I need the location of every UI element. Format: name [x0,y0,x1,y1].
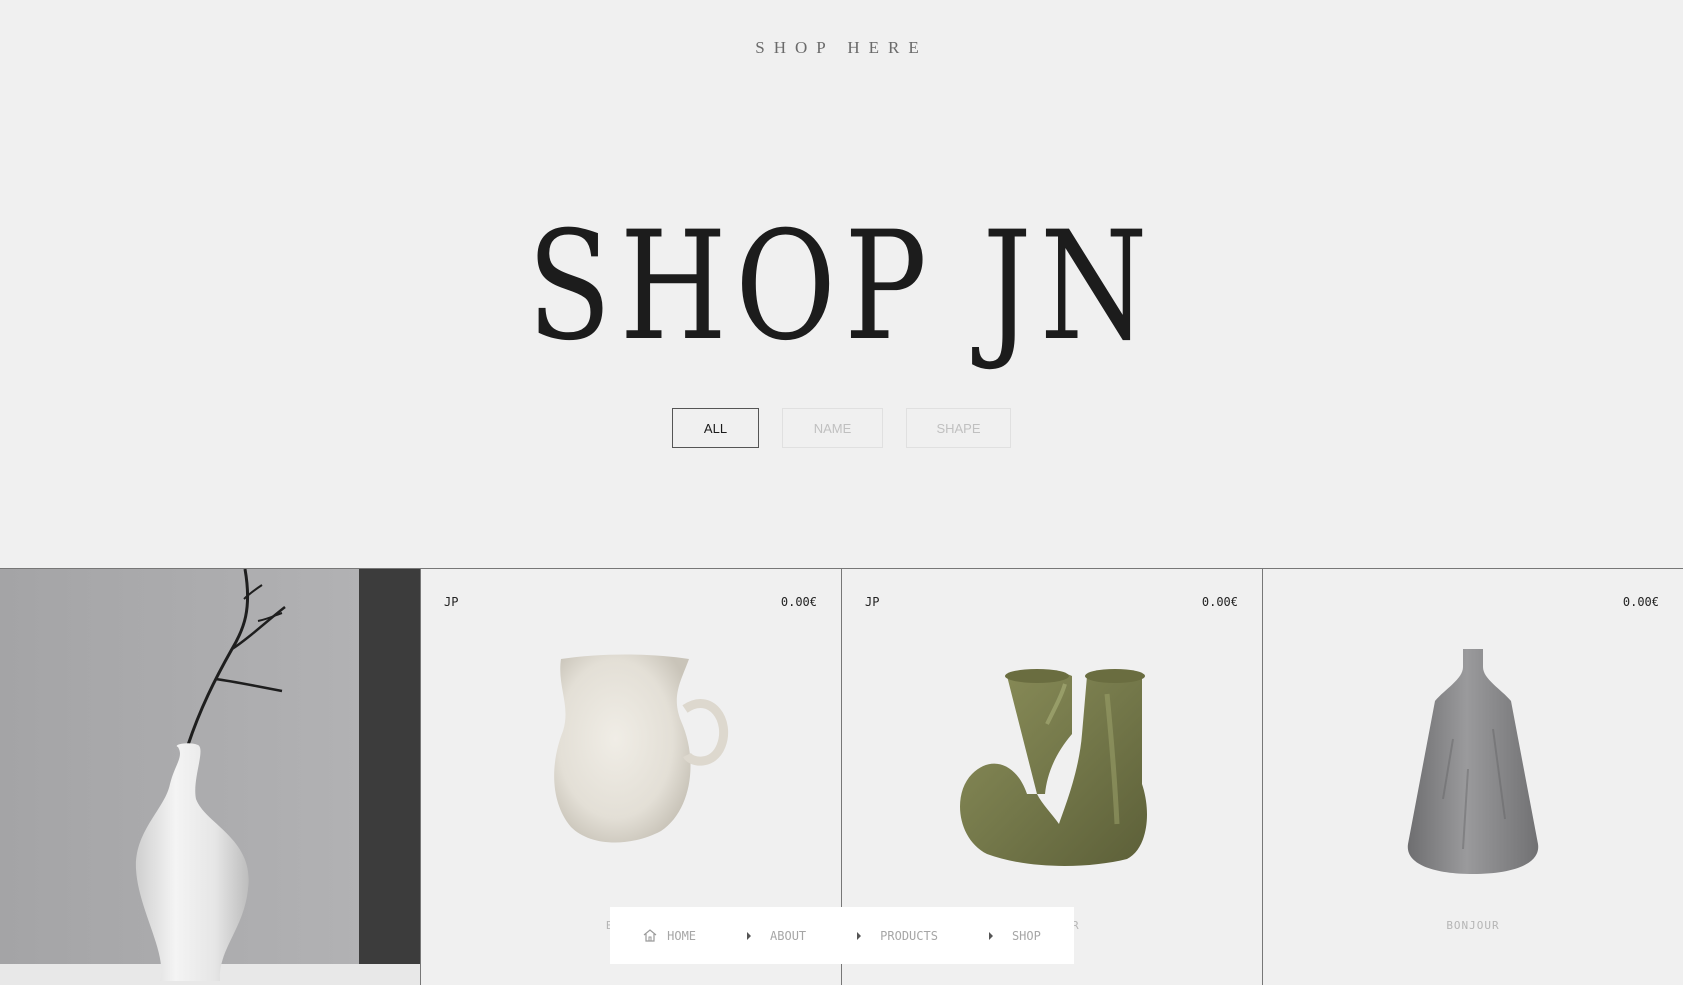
nav-item-shop[interactable]: SHOP [988,929,1041,943]
nav-label: HOME [667,928,697,943]
filter-bar: ALL NAME SHAPE [0,408,1683,448]
product-brand: JP [444,595,459,609]
feature-image-white-vase [0,569,420,985]
grey-bottle-vase-image [1407,649,1539,874]
product-price: 0.00€ [780,595,817,609]
nav-item-home[interactable]: HOME [643,929,696,943]
product-price: 0.00€ [1201,595,1238,609]
caret-right-icon [856,931,862,940]
nav-item-about[interactable]: ABOUT [746,929,806,943]
shop-tagline: SHOP HERE [755,38,928,57]
page-title: SHOP JN [527,200,1156,374]
nav-label: PRODUCTS [880,928,938,943]
home-icon [643,929,657,942]
filter-name-button[interactable]: NAME [782,408,883,448]
bottom-nav: HOME ABOUT PRODUCTS SHOP [610,907,1074,964]
nav-item-products[interactable]: PRODUCTS [856,929,938,943]
filter-shape-button[interactable]: SHAPE [906,408,1011,448]
green-double-vase-image [960,669,1147,866]
nav-label: ABOUT [770,928,807,943]
product-brand: JP [865,595,880,609]
product-price: 0.00€ [1622,595,1659,609]
caret-right-icon [746,931,752,940]
cream-mug-image [554,654,729,843]
product-name: BONJOUR [1446,919,1500,932]
caret-right-icon [988,931,994,940]
filter-all-button[interactable]: ALL [672,408,759,448]
nav-label: SHOP [1011,928,1041,943]
white-vase-with-branch-image [0,569,420,985]
product-card[interactable]: 0.00€ BONJOUR [1262,569,1683,985]
